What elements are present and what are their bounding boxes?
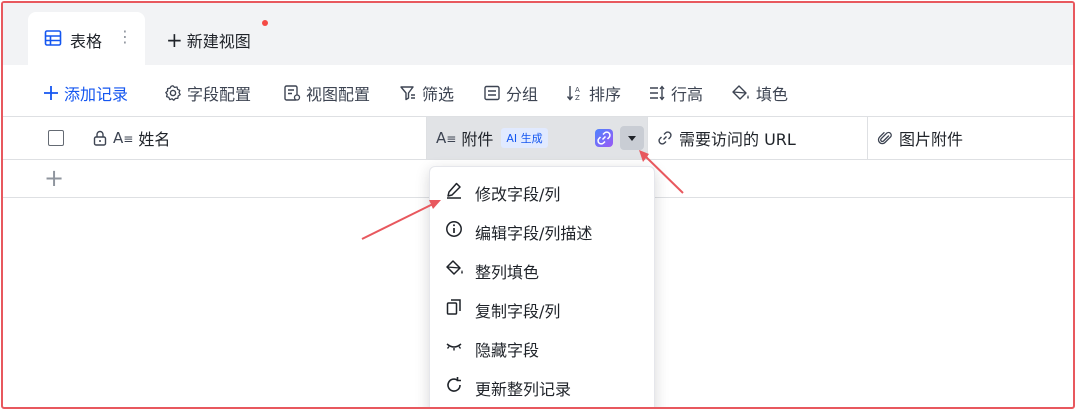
annotation-arrows [361, 150, 684, 240]
screenshot-frame: 表格 ⋮ + 新建视图 添加记录 字段配置 视图配置 筛选 分组 A Z 排序 … [1, 1, 1075, 409]
arrow-to-dropdown [643, 154, 684, 194]
arrow-to-edit-field [361, 202, 436, 240]
arrow-head [639, 150, 649, 162]
